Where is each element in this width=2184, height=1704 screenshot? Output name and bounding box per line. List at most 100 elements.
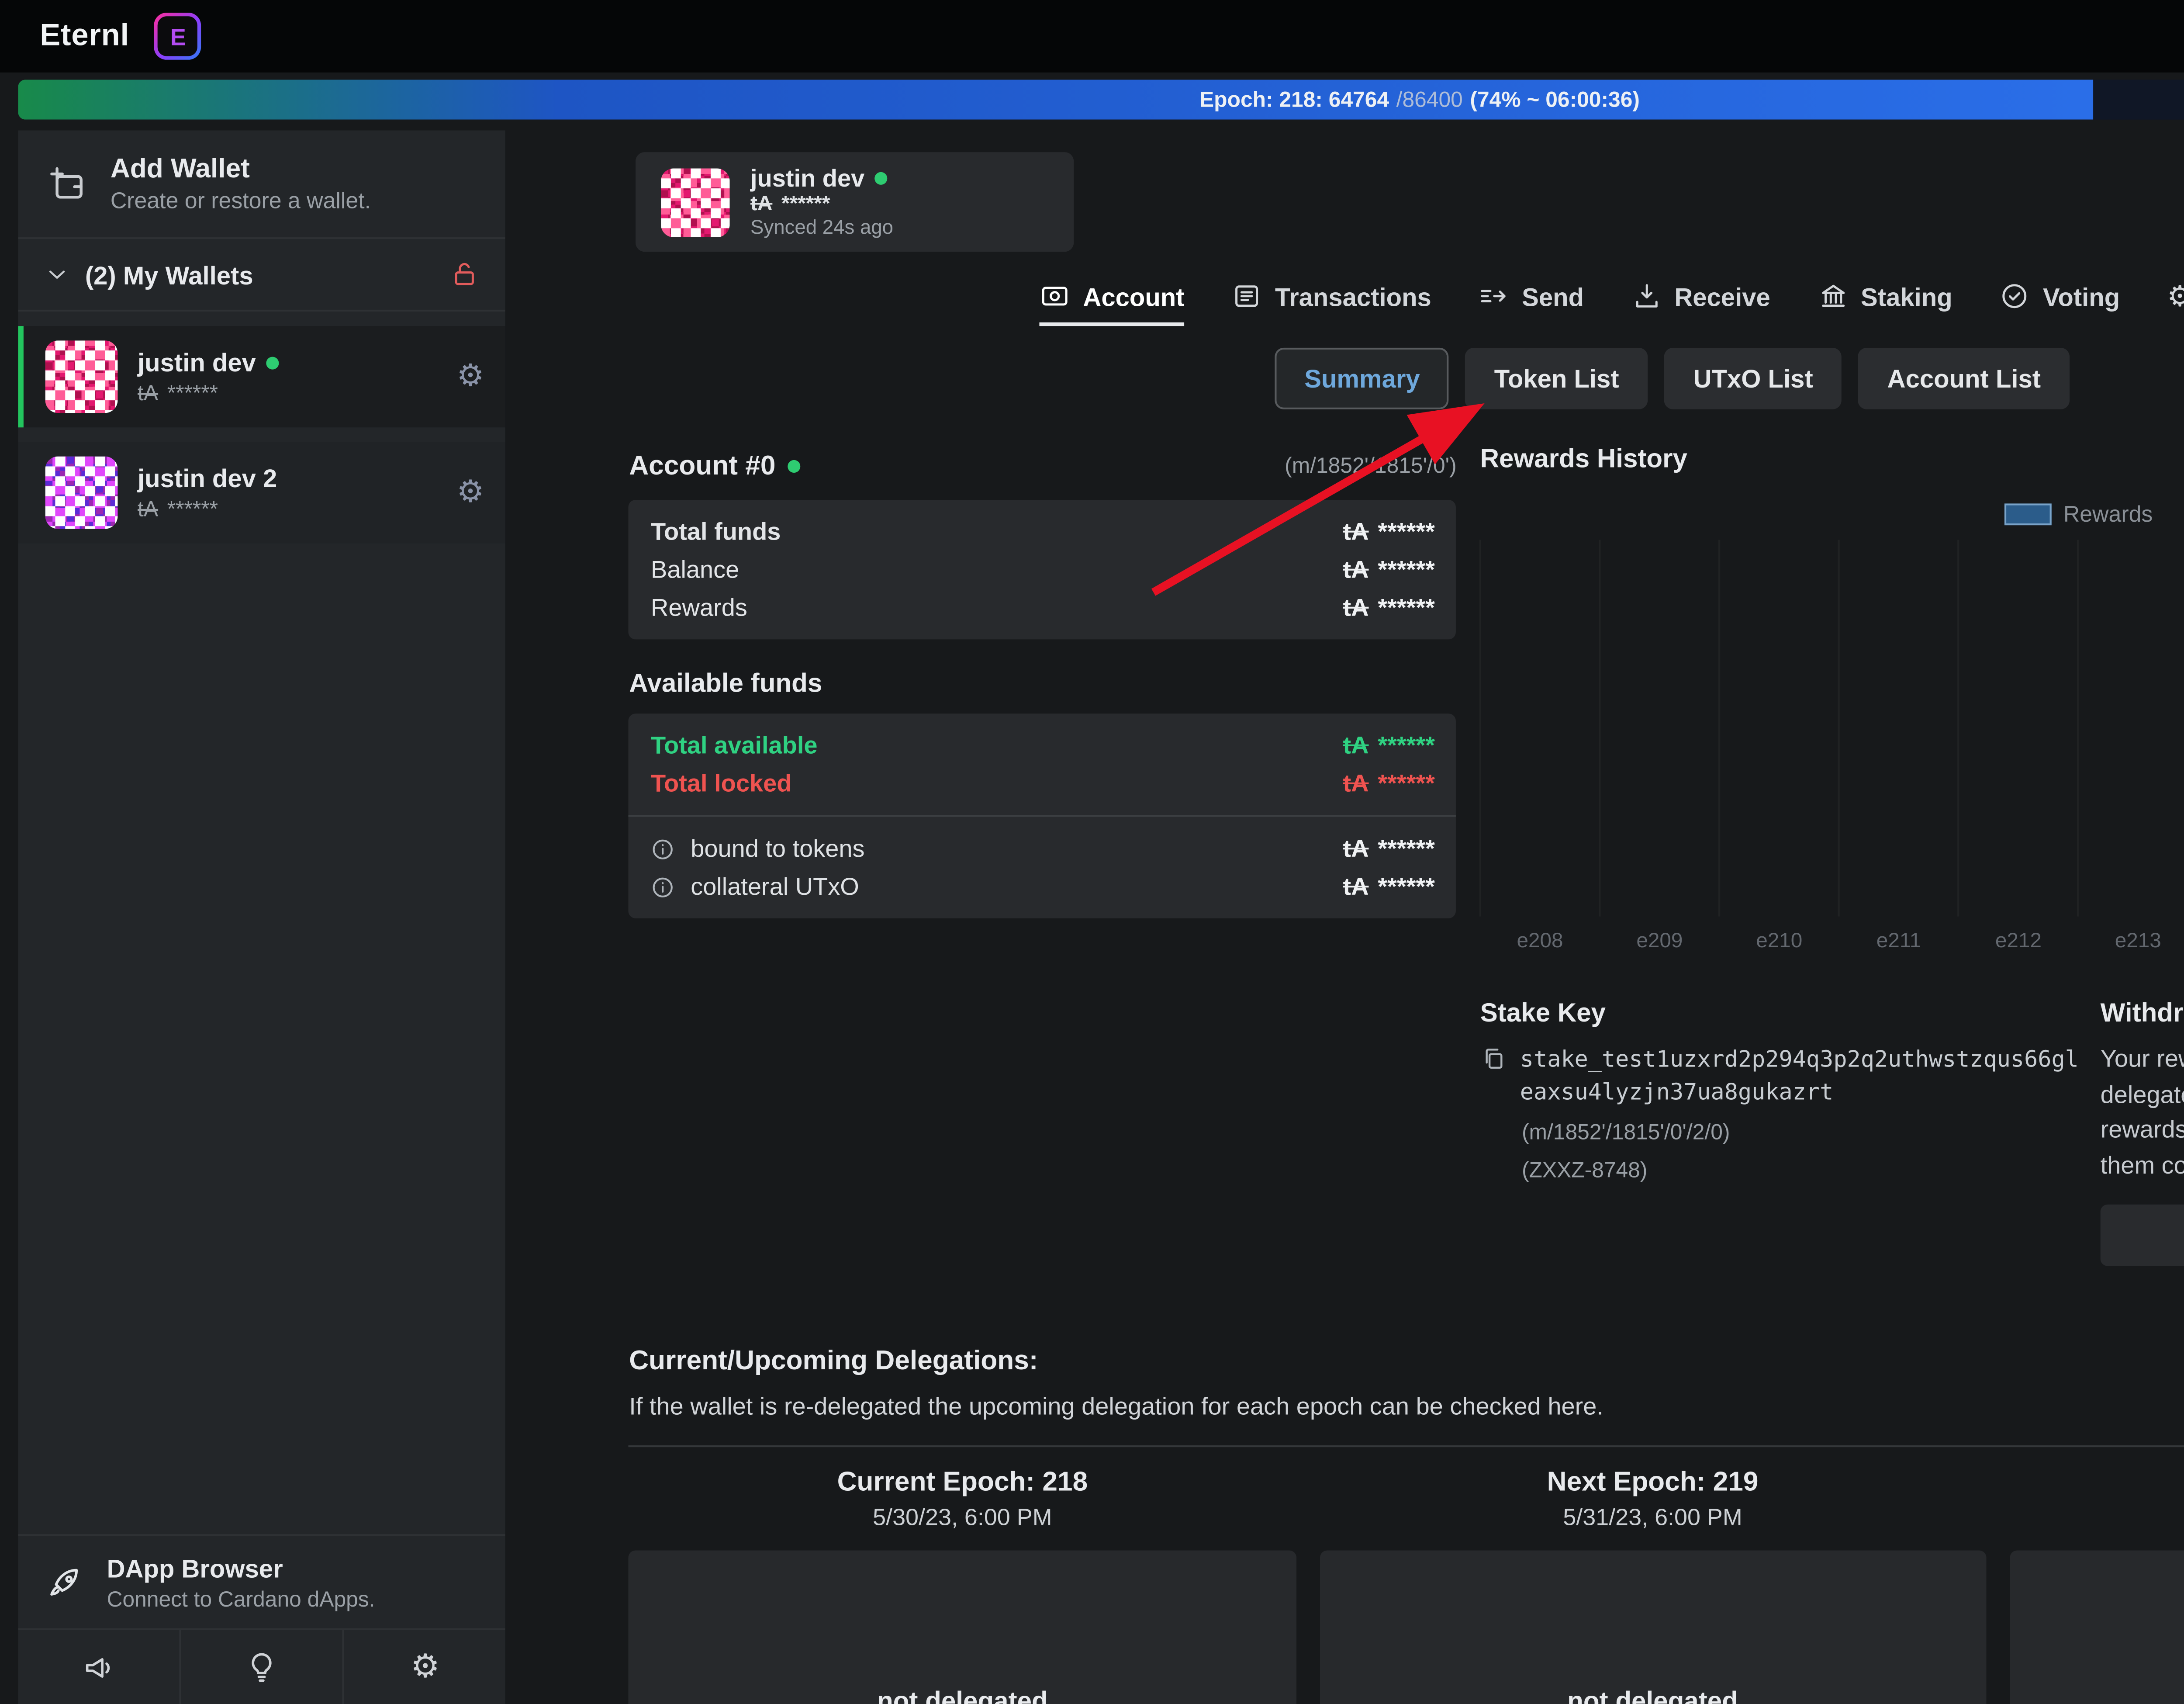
tab-transactions[interactable]: Transactions: [1231, 281, 1431, 326]
subtab-account-list[interactable]: Account List: [1858, 348, 2070, 409]
dapp-browser-title: DApp Browser: [107, 1553, 375, 1582]
epoch-progress-text: Epoch: 218: 64764 /86400 (74% ~ 06:00:36…: [18, 80, 2184, 119]
funds-column: Account #0 (m/1852'/1815'/0') Total fund…: [629, 446, 1456, 1267]
gear-icon: ⚙: [2167, 282, 2184, 311]
my-wallets-header[interactable]: (2) My Wallets: [18, 239, 506, 312]
rocket-icon: [47, 1564, 83, 1600]
delegations-description: If the wallet is re-delegated the upcomi…: [629, 1393, 2184, 1420]
wallet-item-justin-dev[interactable]: justin dev tA****** ⚙: [18, 326, 506, 427]
wallet-settings-gear-icon[interactable]: ⚙: [456, 361, 484, 392]
epoch-column-next: Next Epoch: 219 5/31/23, 6:00 PM not del…: [1319, 1468, 1986, 1704]
tab-staking[interactable]: Staking: [1818, 281, 1952, 326]
tab-account[interactable]: Account: [1040, 281, 1185, 326]
funds-row: Total available tA******: [629, 726, 1456, 764]
staking-bank-icon: [1818, 281, 1848, 312]
summary-content: Account #0 (m/1852'/1815'/0') Total fund…: [506, 446, 2184, 1704]
chart-legend: Rewards: [1480, 496, 2184, 533]
funds-row: bound to tokens tA******: [629, 830, 1456, 868]
wallet-balance: tA******: [138, 381, 280, 406]
eternl-app: Eternl E ☀ Epoch: 218: 64764 /86400: [0, 0, 2184, 1704]
wallet-avatar: [662, 167, 731, 236]
chart-x-axis: e208 e209 e210 e211 e212 e213 e214 e215 …: [1480, 931, 2184, 953]
subtab-token-list[interactable]: Token List: [1465, 348, 1648, 409]
subtab-utxo-list[interactable]: UTxO List: [1664, 348, 1842, 409]
stake-address[interactable]: stake_test1uzxrd2p294q3p2q2uthwstzqus66g…: [1520, 1043, 2079, 1107]
add-wallet-button[interactable]: Add Wallet Create or restore a wallet.: [18, 130, 506, 239]
derivation-path: (m/1852'/1815'/0'): [1285, 453, 1457, 478]
eternl-logo-icon: E: [155, 13, 202, 60]
sidebar: Add Wallet Create or restore a wallet. (…: [18, 130, 506, 1704]
online-dot: [788, 459, 801, 472]
dapp-browser-subtitle: Connect to Cardano dApps.: [107, 1586, 375, 1611]
legend-label: Rewards: [2063, 502, 2153, 527]
copy-icon[interactable]: [1480, 1045, 1507, 1107]
transactions-list-icon: [1231, 281, 1262, 312]
x-tick: e208: [1480, 931, 1600, 953]
active-wallet-card[interactable]: justin dev tA****** Synced 24s ago: [636, 152, 1075, 252]
dapp-browser-button[interactable]: DApp Browser Connect to Cardano dApps.: [18, 1534, 506, 1628]
voting-check-icon: [1999, 281, 2030, 312]
delegation-card: not delegated: [2010, 1551, 2184, 1704]
online-dot: [267, 356, 280, 369]
x-tick: e212: [1959, 931, 2078, 953]
x-tick: e210: [1719, 931, 1839, 953]
announcements-button[interactable]: [18, 1630, 180, 1704]
legend-swatch: [2004, 503, 2051, 525]
divider: [629, 1446, 2184, 1448]
wallet-settings-gear-icon[interactable]: ⚙: [456, 477, 484, 508]
stake-key-section: Stake Key stake_test1uzxrd2p294q3p2q2uth…: [1480, 1000, 2079, 1266]
tab-receive[interactable]: Receive: [1631, 281, 1770, 326]
epoch-progress-bar: Epoch: 218: 64764 /86400 (74% ~ 06:00:36…: [18, 80, 2184, 119]
sidebar-spacer: [18, 544, 506, 1534]
funds-row: Balance tA******: [629, 551, 1456, 589]
brand-name: Eternl: [40, 18, 129, 54]
gear-icon: ⚙: [411, 1651, 440, 1684]
wallet-name: justin dev 2: [138, 464, 277, 492]
chevron-down-icon: [43, 261, 70, 288]
tab-settings[interactable]: ⚙ Settings: [2167, 281, 2184, 326]
main-panel: justin dev tA****** Synced 24s ago: [506, 130, 2184, 1704]
wallet-item-justin-dev-2[interactable]: justin dev 2 tA****** ⚙: [18, 442, 506, 543]
x-tick: e209: [1600, 931, 1719, 953]
chart-column: [1480, 540, 1602, 916]
add-wallet-icon: [47, 164, 87, 204]
epoch-current: Epoch: 218: 64764: [1199, 87, 1389, 112]
online-dot: [875, 172, 888, 185]
withdraw-rewards-title: Withdraw Rewards: [2101, 1000, 2184, 1029]
rewards-chart: Rewards: [1480, 496, 2184, 953]
sync-status: Synced 24s ago: [750, 217, 893, 239]
lock-open-icon[interactable]: [450, 259, 480, 290]
available-funds-card: Total available tA****** Total locked tA…: [629, 713, 1456, 918]
account-title: Account #0: [629, 450, 775, 481]
x-tick: e211: [1839, 931, 1959, 953]
no-rewards-button[interactable]: No Rewards Available: [2101, 1205, 2184, 1267]
delegation-status: not delegated: [877, 1689, 1048, 1704]
receive-icon: [1631, 281, 1662, 312]
tips-button[interactable]: [180, 1630, 343, 1704]
chart-column: [1959, 540, 2079, 916]
add-wallet-title: Add Wallet: [111, 154, 371, 184]
wallet-avatar: [45, 457, 118, 529]
epoch-column-future: Epoch: 220 6/1/23, 6:00 PM not delegated: [2010, 1468, 2184, 1704]
funds-row: Rewards tA******: [629, 589, 1456, 627]
epoch-total: /86400: [1396, 87, 1463, 112]
stage: Eternl E ☀ Epoch: 218: 64764 /86400: [0, 0, 2184, 1704]
tab-voting[interactable]: Voting: [1999, 281, 2120, 326]
active-wallet-balance: tA******: [750, 194, 893, 216]
main-nav-tabs: Account Transactions Send Receive Stakin…: [506, 281, 2184, 326]
info-icon: [651, 874, 676, 899]
tab-send[interactable]: Send: [1479, 281, 1584, 326]
subtab-summary[interactable]: Summary: [1275, 348, 1449, 409]
withdraw-rewards-description: Your rewards are automatically part of y…: [2101, 1042, 2184, 1183]
rewards-history-title: Rewards History: [1480, 446, 2184, 485]
layout: Add Wallet Create or restore a wallet. (…: [0, 130, 2184, 1704]
wallet-balance: tA******: [138, 496, 277, 522]
app-settings-button[interactable]: ⚙: [343, 1630, 506, 1704]
chart-column: [1601, 540, 1721, 916]
funds-row: Total locked tA******: [629, 764, 1456, 802]
stake-derivation-path: (m/1852'/1815'/0'/2/0): [1522, 1119, 2079, 1145]
delegations-title: Current/Upcoming Delegations:: [629, 1346, 2184, 1377]
my-wallets-label: (2) My Wallets: [85, 260, 253, 289]
add-wallet-subtitle: Create or restore a wallet.: [111, 188, 371, 214]
wallet-avatar: [45, 340, 118, 413]
